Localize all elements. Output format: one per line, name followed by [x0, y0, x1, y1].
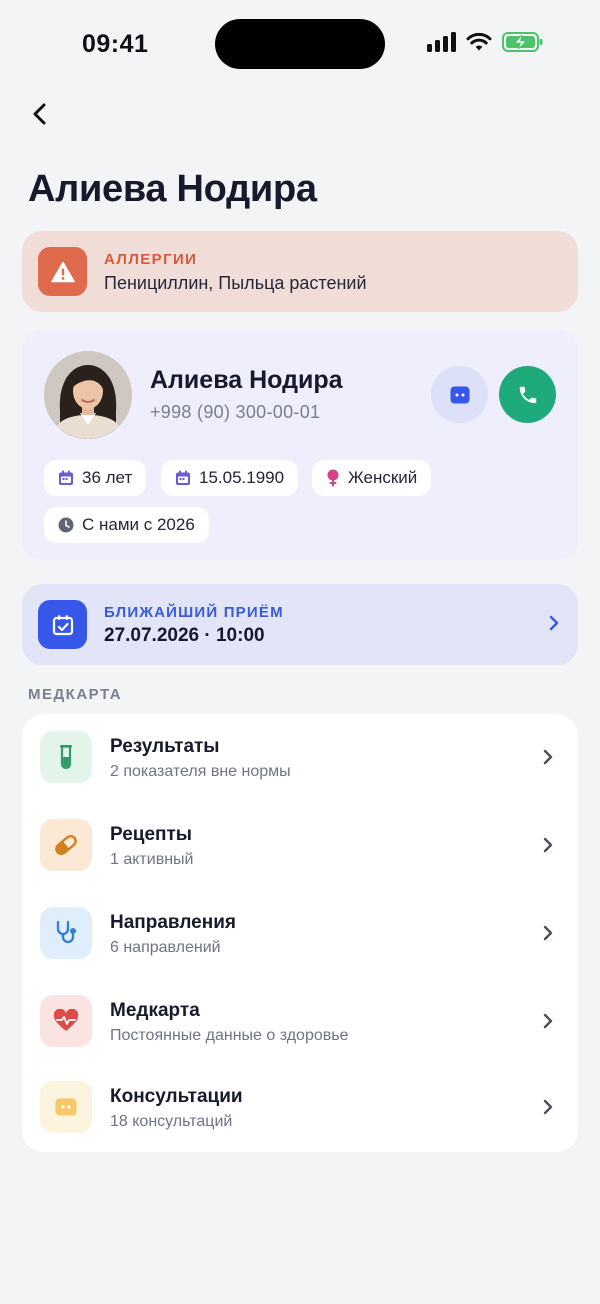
list-item-title: Направления — [110, 912, 236, 933]
status-icons — [427, 32, 544, 52]
calendar-check-icon — [38, 600, 87, 649]
gender-chip: Женский — [312, 460, 432, 496]
heart-pulse-icon — [40, 995, 92, 1047]
list-item-subtitle: 6 направлений — [110, 939, 221, 956]
call-button[interactable] — [499, 366, 556, 423]
allergy-title: АЛЛЕРГИИ — [104, 251, 198, 268]
patient-profile-card: Алиева Нодира +998 (90) 300-00-01 36 лет — [22, 330, 578, 560]
chevron-right-icon — [543, 837, 553, 853]
list-item-results[interactable]: Результаты 2 показателя вне нормы — [22, 714, 578, 802]
stethoscope-icon — [40, 907, 92, 959]
age-value: 36 лет — [82, 468, 133, 487]
medcard-section-label: МЕДКАРТА — [28, 686, 123, 703]
back-button[interactable] — [22, 96, 58, 132]
birthdate-value: 15.05.1990 — [199, 468, 285, 487]
chevron-right-icon — [543, 1013, 553, 1029]
wifi-icon — [466, 32, 492, 51]
list-item-subtitle: 1 активный — [110, 851, 194, 868]
list-item-subtitle: 18 консультаций — [110, 1113, 233, 1130]
member-since-chip: С нами с 2026 — [44, 507, 209, 543]
allergy-card: АЛЛЕРГИИ Пенициллин, Пыльца растений — [22, 231, 578, 312]
birthdate-chip: 15.05.1990 — [161, 460, 299, 496]
page-title: Алиева Нодира — [28, 168, 317, 210]
chevron-left-icon — [33, 103, 46, 125]
chevron-right-icon — [549, 615, 559, 631]
list-item-subtitle: Постоянные данные о здоровье — [110, 1027, 349, 1044]
list-item-title: Консультации — [110, 1086, 243, 1107]
chevron-right-icon — [543, 1099, 553, 1115]
next-appointment-card[interactable]: БЛИЖАЙШИЙ ПРИЁМ 27.07.2026 · 10:00 — [22, 584, 578, 665]
list-item-title: Медкарта — [110, 1000, 200, 1021]
list-item-medcard[interactable]: Медкарта Постоянные данные о здоровье — [22, 978, 578, 1066]
chevron-right-icon — [543, 925, 553, 941]
chevron-right-icon — [543, 749, 553, 765]
list-item-title: Рецепты — [110, 824, 193, 845]
chat-icon — [40, 1081, 92, 1133]
patient-phone[interactable]: +998 (90) 300-00-01 — [150, 402, 320, 423]
patient-name: Алиева Нодира — [150, 366, 343, 394]
member-since-value: С нами с 2026 — [82, 515, 195, 534]
appointment-datetime: 27.07.2026 · 10:00 — [104, 625, 265, 646]
list-item-subtitle: 2 показателя вне нормы — [110, 763, 291, 780]
gender-value: Женский — [348, 468, 418, 487]
warning-icon — [38, 247, 87, 296]
signal-icon — [427, 32, 456, 52]
chat-button[interactable] — [431, 366, 488, 423]
avatar — [44, 351, 132, 439]
status-bar: 09:41 — [0, 0, 600, 90]
allergy-list: Пенициллин, Пыльца растений — [104, 273, 367, 293]
medcard-list: Результаты 2 показателя вне нормы Рецепт… — [22, 714, 578, 1152]
list-item-referrals[interactable]: Направления 6 направлений — [22, 890, 578, 978]
appointment-label: БЛИЖАЙШИЙ ПРИЁМ — [104, 604, 284, 621]
list-item-prescriptions[interactable]: Рецепты 1 активный — [22, 802, 578, 890]
clock-icon — [58, 517, 74, 533]
calendar-icon — [59, 470, 73, 485]
pill-icon — [40, 819, 92, 871]
battery-charging-icon — [502, 32, 543, 52]
female-icon — [327, 469, 339, 487]
dynamic-island — [215, 19, 385, 69]
phone-icon — [519, 386, 536, 403]
calendar-icon — [176, 470, 190, 485]
chat-icon — [450, 386, 469, 403]
test-tube-icon — [40, 731, 92, 783]
status-time: 09:41 — [82, 30, 149, 58]
age-chip: 36 лет — [44, 460, 147, 496]
list-item-consultations[interactable]: Консультации 18 консультаций — [22, 1064, 578, 1152]
list-item-title: Результаты — [110, 736, 220, 757]
